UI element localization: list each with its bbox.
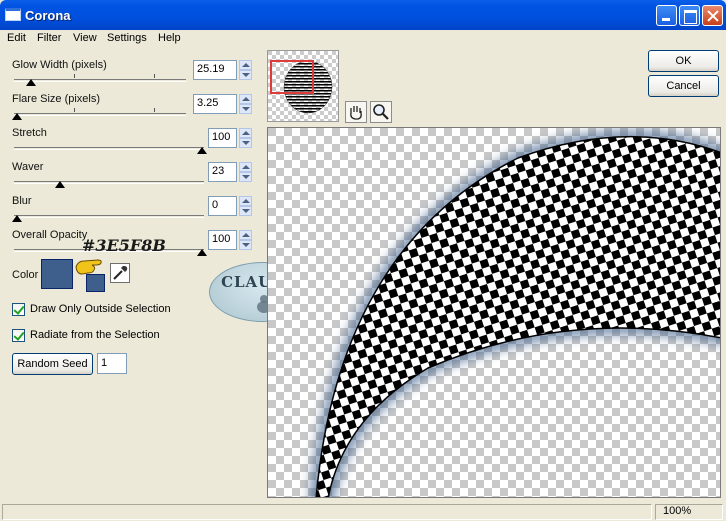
blur-input[interactable]: 0 <box>208 196 237 216</box>
draw-only-outside-label: Draw Only Outside Selection <box>30 303 171 315</box>
flare-size-thumb[interactable] <box>12 113 22 120</box>
slider-tick <box>74 108 75 112</box>
blur-thumb[interactable] <box>12 215 22 222</box>
minimize-button[interactable] <box>656 5 677 26</box>
zoom-tool-button[interactable] <box>370 101 392 123</box>
waver-input[interactable]: 23 <box>208 162 237 182</box>
glow-width-slider[interactable] <box>14 79 186 82</box>
pointing-hand-icon <box>75 259 102 275</box>
navigator-thumbnail[interactable] <box>267 50 339 122</box>
radiate-from-selection-label: Radiate from the Selection <box>30 329 160 341</box>
checkbox[interactable] <box>12 329 25 342</box>
menu-filter[interactable]: Filter <box>37 32 61 44</box>
flare-size-label: Flare Size (pixels) <box>12 93 101 105</box>
close-button[interactable] <box>702 5 723 26</box>
color-swatch[interactable] <box>41 259 73 289</box>
flare-size-input[interactable]: 3.25 <box>193 94 237 114</box>
glow-width-thumb[interactable] <box>26 79 36 86</box>
preview-canvas[interactable] <box>267 127 721 498</box>
checkbox[interactable] <box>12 303 25 316</box>
slider-tick <box>74 74 75 78</box>
random-seed-button[interactable]: Random Seed <box>12 353 93 375</box>
status-segment <box>2 504 652 520</box>
waver-label: Waver <box>12 161 44 173</box>
stretch-input[interactable]: 100 <box>208 128 237 148</box>
overall-opacity-thumb[interactable] <box>197 249 207 256</box>
status-bar <box>0 501 726 521</box>
window-icon <box>5 8 21 21</box>
blur-label: Blur <box>12 195 32 207</box>
eyedropper-button[interactable] <box>110 263 130 283</box>
zoom-level: 100% <box>663 505 692 517</box>
menu-settings[interactable]: Settings <box>107 32 147 44</box>
color-hex-annotation: #3E5F8B <box>82 236 166 255</box>
preview-image <box>268 128 720 497</box>
slider-tick <box>154 108 155 112</box>
eyedropper-icon <box>113 266 128 280</box>
maximize-button[interactable] <box>679 5 700 26</box>
flare-size-spinner[interactable] <box>239 94 252 114</box>
blur-slider[interactable] <box>14 215 204 218</box>
color-label: Color <box>12 269 39 281</box>
slider-tick <box>154 74 155 78</box>
overall-opacity-label: Overall Opacity <box>12 229 88 241</box>
stretch-slider[interactable] <box>14 147 204 150</box>
stretch-thumb[interactable] <box>197 147 207 154</box>
waver-slider[interactable] <box>14 181 204 184</box>
ok-button[interactable]: OK <box>648 50 719 72</box>
menu-help[interactable]: Help <box>158 32 181 44</box>
overall-opacity-input[interactable]: 100 <box>208 230 237 250</box>
title-bar[interactable]: Corona <box>0 0 726 30</box>
thumbnail-preview <box>268 51 338 121</box>
glow-width-label: Glow Width (pixels) <box>12 59 107 71</box>
overall-opacity-spinner[interactable] <box>239 230 252 250</box>
glow-width-spinner[interactable] <box>239 60 252 80</box>
hand-icon <box>350 106 362 120</box>
blur-spinner[interactable] <box>239 196 252 216</box>
cancel-button[interactable]: Cancel <box>648 75 719 97</box>
corona-dialog: Corona Edit Filter View Settings Help Gl… <box>0 0 726 521</box>
waver-thumb[interactable] <box>55 181 65 188</box>
stretch-spinner[interactable] <box>239 128 252 148</box>
magnifier-icon <box>373 104 389 120</box>
waver-spinner[interactable] <box>239 162 252 182</box>
glow-width-input[interactable]: 25.19 <box>193 60 237 80</box>
menu-view[interactable]: View <box>73 32 97 44</box>
stretch-label: Stretch <box>12 127 47 139</box>
menu-bar: Edit Filter View Settings Help <box>0 30 726 47</box>
menu-edit[interactable]: Edit <box>7 32 26 44</box>
pan-tool-button[interactable] <box>345 101 367 123</box>
flare-size-slider[interactable] <box>14 113 186 116</box>
window-title: Corona <box>25 8 71 23</box>
random-seed-input[interactable]: 1 <box>97 353 127 374</box>
